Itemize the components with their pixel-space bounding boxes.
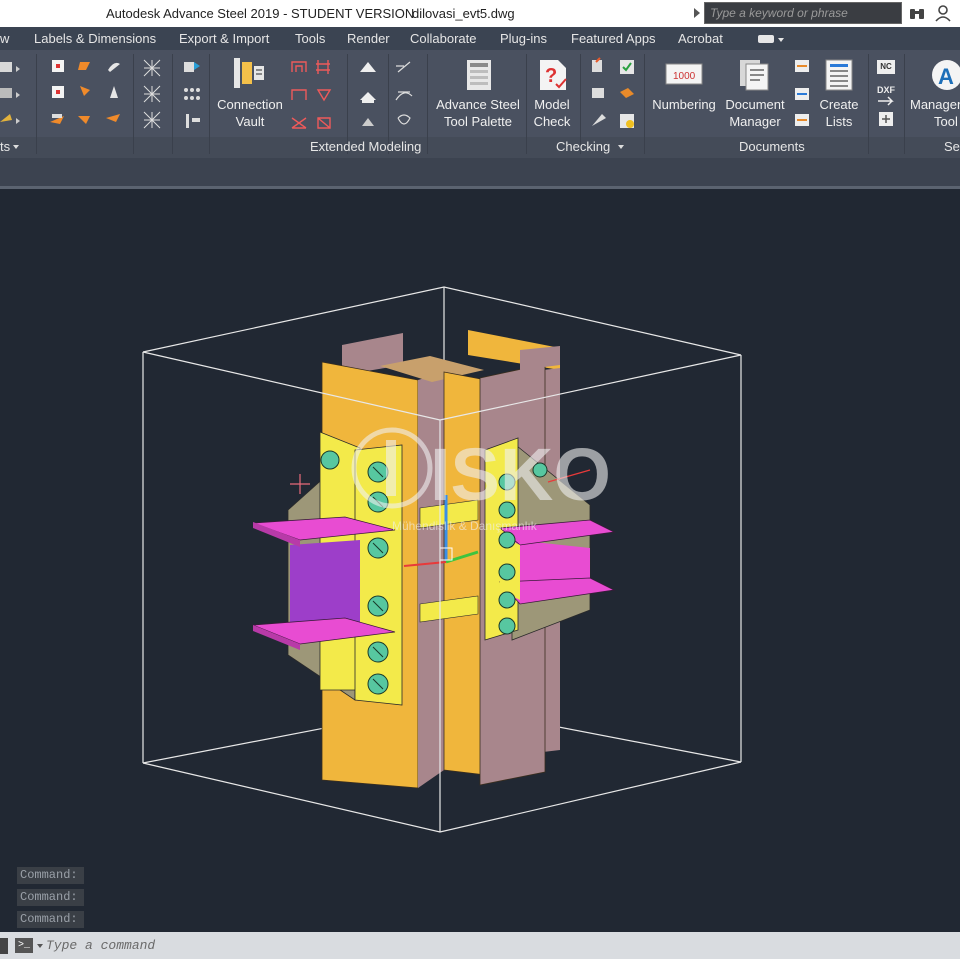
command-history-line: Command: xyxy=(17,867,84,884)
cursor-crosshair-icon xyxy=(290,474,310,494)
dxf-arrow-icon xyxy=(878,96,894,106)
modeling-icons-grid[interactable] xyxy=(46,56,132,132)
grid-pattern-icons[interactable] xyxy=(140,56,170,132)
steel-connection-model: ISKO Mühendislik & Danışmanlık xyxy=(142,286,742,833)
connection-vault-label-line2: Vault xyxy=(235,114,265,129)
command-history-line: Command: xyxy=(17,889,84,906)
connection-vault-icon xyxy=(234,58,264,88)
nc-icon[interactable]: NC xyxy=(877,60,895,74)
export-icon[interactable] xyxy=(877,110,895,128)
panel-label-settings: Se xyxy=(944,139,960,154)
create-lists-label-line1: Create xyxy=(819,97,859,112)
chevron-down-icon[interactable] xyxy=(618,145,624,149)
command-prompt-icon[interactable]: >_ xyxy=(15,938,33,953)
create-lists-label-line2: Lists xyxy=(825,114,853,129)
panel-separator xyxy=(36,54,37,154)
document-manager-label-line2: Manager xyxy=(729,114,781,129)
joint-icons[interactable] xyxy=(180,56,206,132)
model-viewport[interactable]: ISKO Mühendislik & Danışmanlık xyxy=(0,189,960,931)
svg-text:?: ? xyxy=(545,65,557,87)
search-input[interactable] xyxy=(704,2,902,24)
document-small-tools[interactable] xyxy=(792,56,814,132)
panel-separator xyxy=(172,54,173,154)
user-icon[interactable] xyxy=(934,4,952,22)
tab-render[interactable]: Render xyxy=(347,31,390,46)
panel-separator xyxy=(904,54,905,154)
tab-export-import[interactable]: Export & Import xyxy=(179,31,269,46)
panel-label-documents: Documents xyxy=(739,139,805,154)
binoculars-icon[interactable] xyxy=(908,4,926,22)
management-tools-label-line1: Managen xyxy=(910,97,960,112)
tool-palette-label-line2: Tool Palette xyxy=(444,114,512,129)
command-line: >_ xyxy=(0,932,960,959)
checking-small-tools[interactable] xyxy=(588,56,644,132)
create-lists-icon xyxy=(825,59,853,91)
panel-label-partial[interactable]: ts xyxy=(0,139,10,154)
ribbon-tab-bar: w Labels & Dimensions Export & Import To… xyxy=(0,27,960,50)
beam-web-left xyxy=(290,540,360,628)
connection-vault-label-line1: Connection xyxy=(217,97,283,112)
model-check-label-line1: Model xyxy=(534,97,570,112)
chevron-down-icon[interactable] xyxy=(778,38,784,42)
panel-label-bar xyxy=(0,137,960,158)
tab-featured-apps[interactable]: Featured Apps xyxy=(571,31,656,46)
numbering-icon: 1000 xyxy=(665,63,703,85)
management-tools-icon: A xyxy=(932,60,960,90)
chevron-down-icon[interactable] xyxy=(37,944,43,948)
tab-view[interactable]: w xyxy=(0,31,9,46)
tab-acrobat[interactable]: Acrobat xyxy=(678,31,723,46)
panel-separator xyxy=(209,54,210,154)
panel-label-extended-modeling: Extended Modeling xyxy=(310,139,422,154)
partial-tools-icon[interactable] xyxy=(0,56,40,132)
svg-text:A: A xyxy=(938,64,954,89)
document-manager-icon xyxy=(740,60,769,91)
panel-separator xyxy=(427,54,428,154)
panel-label-checking[interactable]: Checking xyxy=(556,139,610,154)
dxf-icon[interactable]: DXF xyxy=(876,84,896,96)
document-manager-label-line1: Document xyxy=(725,97,785,112)
numbering-label: Numbering xyxy=(652,97,716,112)
chevron-down-icon[interactable] xyxy=(13,145,19,149)
tool-palette-label-line1: Advance Steel xyxy=(436,97,520,112)
panel-separator xyxy=(868,54,869,154)
watermark-tagline: Mühendislik & Danışmanlık xyxy=(392,519,538,533)
panel-separator xyxy=(133,54,134,154)
file-tab-strip xyxy=(0,158,960,188)
window-title: Autodesk Advance Steel 2019 - STUDENT VE… xyxy=(106,6,415,21)
panel-toggle-icon[interactable] xyxy=(758,35,774,43)
file-name: dilovasi_evt5.dwg xyxy=(412,6,515,21)
command-input[interactable] xyxy=(46,936,946,955)
tab-tools[interactable]: Tools xyxy=(295,31,325,46)
command-history-line: Command: xyxy=(17,911,84,928)
tab-collaborate[interactable]: Collaborate xyxy=(410,31,477,46)
command-line-grip[interactable] xyxy=(0,938,8,954)
search-expand-arrow-icon[interactable] xyxy=(690,0,704,27)
model-check-label-line2: Check xyxy=(533,114,571,129)
extended-modeling-tools[interactable] xyxy=(288,56,428,132)
tool-palette-icon xyxy=(467,60,491,90)
tab-labels-dimensions[interactable]: Labels & Dimensions xyxy=(34,31,156,46)
management-tools-label-line2: Tool xyxy=(934,114,958,129)
model-check-icon: ? xyxy=(540,60,567,90)
numbering-icon-text: 1000 xyxy=(673,71,696,82)
tab-plug-ins[interactable]: Plug-ins xyxy=(500,31,547,46)
watermark-text: ISKO xyxy=(430,433,611,516)
